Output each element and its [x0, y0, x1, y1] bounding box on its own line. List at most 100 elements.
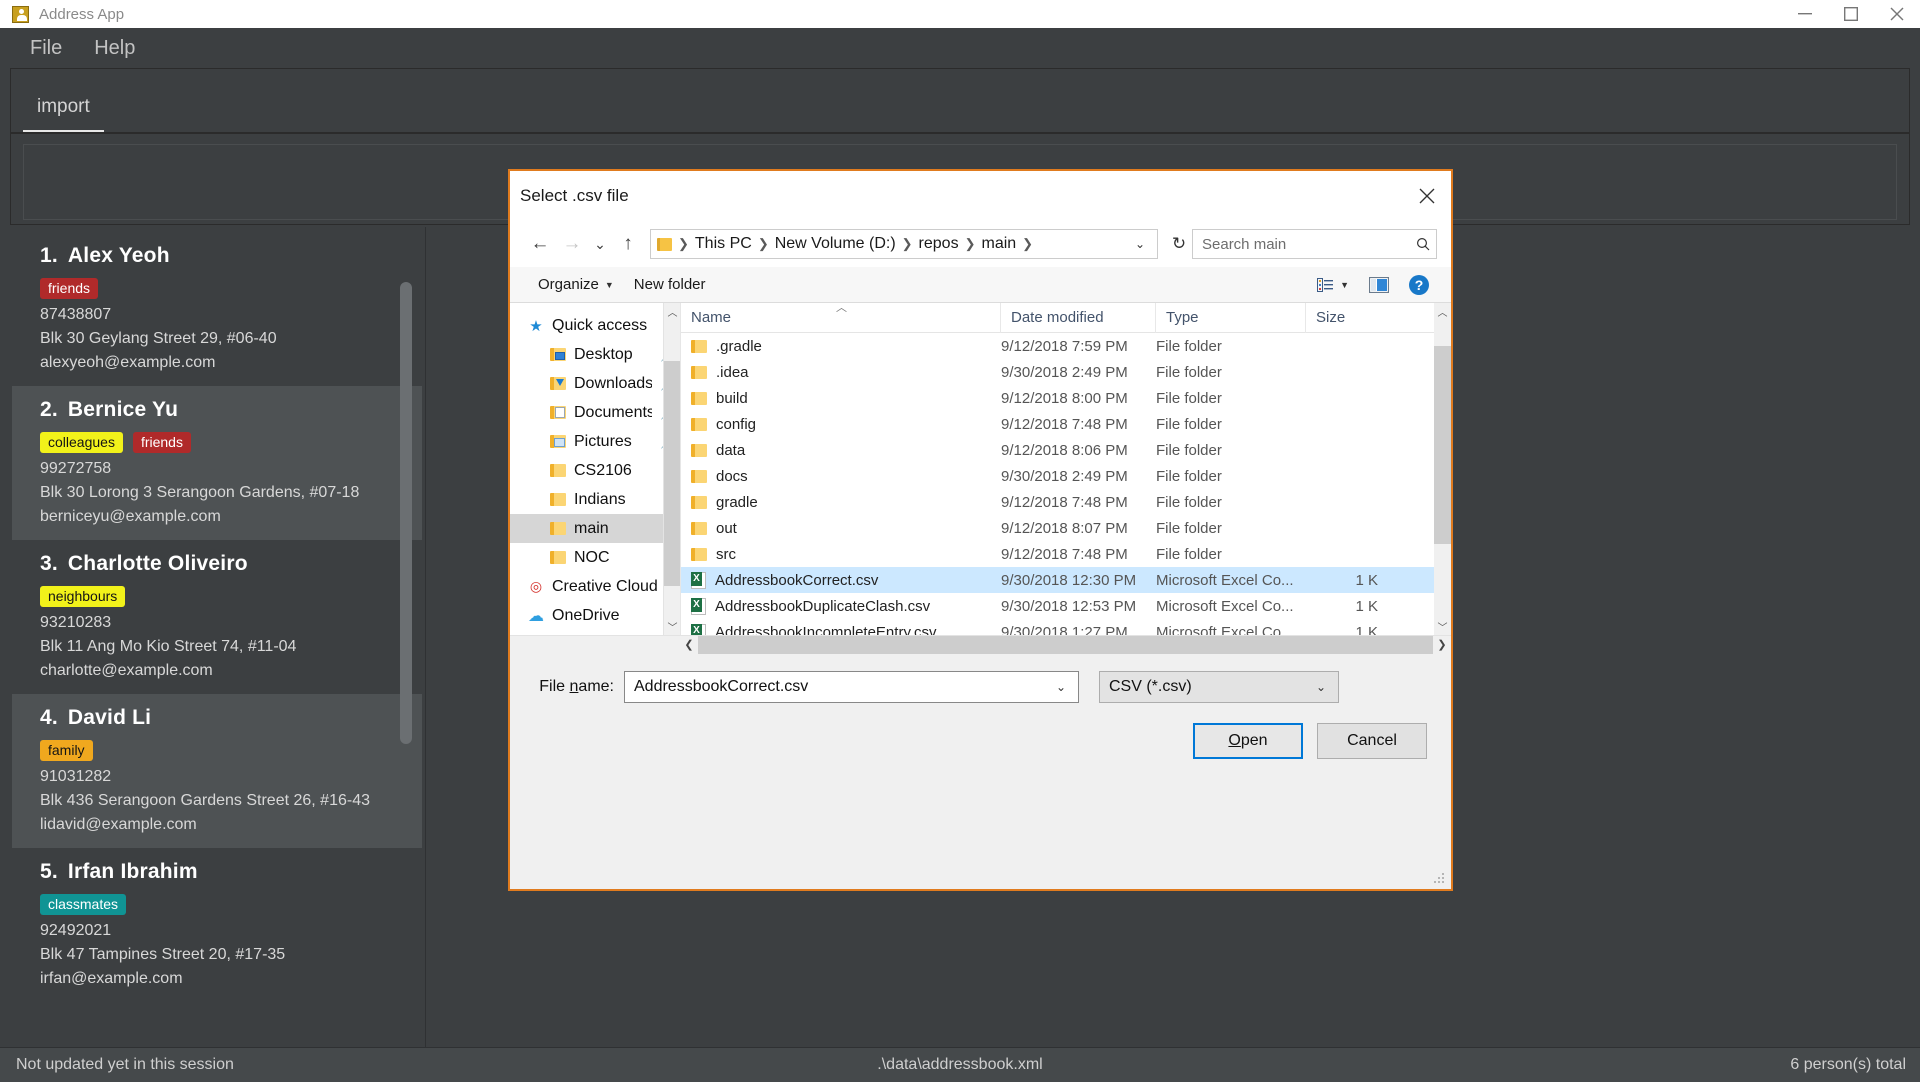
search-input[interactable]: Search main — [1192, 229, 1437, 259]
file-list-row[interactable]: AddressbookIncompleteEntry.csv 9/30/2018 … — [681, 619, 1451, 635]
close-icon[interactable] — [1874, 0, 1920, 28]
breadcrumb-chevron-down-icon[interactable]: ⌄ — [1127, 237, 1153, 251]
column-header-name[interactable]: Name ︿ — [681, 303, 1001, 333]
contact-index: 5. — [40, 860, 58, 883]
file-name-label: AddressbookDuplicateClash.csv — [715, 597, 931, 615]
file-date-cell: 9/30/2018 12:53 PM — [1001, 597, 1137, 615]
chevron-up-icon[interactable]: ︿ — [1434, 303, 1451, 320]
contact-list-panel[interactable]: 1. Alex Yeoh friends 87438807 Blk 30 Geylang… — [12, 232, 422, 1047]
file-name-label: out — [716, 519, 737, 537]
navpane-item-downloads[interactable]: Downloads📌 — [510, 369, 680, 398]
file-list-row[interactable]: data 9/12/2018 8:06 PM File folder — [681, 437, 1451, 463]
file-list-row[interactable]: src 9/12/2018 7:48 PM File folder — [681, 541, 1451, 567]
chevron-down-icon[interactable]: ﹀ — [664, 618, 680, 635]
creative-cloud-icon: ◎ — [529, 578, 543, 594]
tab-import[interactable]: import — [23, 96, 104, 132]
dialog-close-icon[interactable] — [1403, 175, 1451, 217]
file-list-row[interactable]: docs 9/30/2018 2:49 PM File folder — [681, 463, 1451, 489]
file-name-label: data — [716, 441, 746, 459]
recent-locations-chevron-down-icon[interactable]: ⌄ — [588, 228, 612, 260]
preview-pane-icon[interactable] — [1359, 276, 1399, 293]
column-header-type[interactable]: Type — [1156, 303, 1306, 333]
folder-documents-icon — [550, 406, 566, 419]
file-name-cell: AddressbookIncompleteEntry.csv — [681, 623, 1001, 635]
file-name-cell: .gradle — [681, 338, 1001, 355]
organize-button[interactable]: Organize ▼ — [528, 276, 624, 293]
open-button[interactable]: Open — [1193, 723, 1303, 759]
chevron-left-icon[interactable]: ❮ — [680, 636, 698, 654]
file-name-cell: build — [681, 390, 1001, 407]
contact-list-scrollbar[interactable] — [400, 232, 412, 1047]
resize-grip[interactable] — [1433, 872, 1445, 884]
breadcrumb-item-3[interactable]: main — [977, 235, 1020, 253]
breadcrumb-item-1[interactable]: New Volume (D:) — [771, 235, 900, 253]
contact-card[interactable]: 5. Irfan Ibrahim classmates 92492021 Blk 47 … — [12, 848, 422, 1002]
view-list-icon[interactable]: ▼ — [1307, 277, 1359, 292]
navpane-item-main[interactable]: main — [510, 514, 680, 543]
navpane-item-creative-cloud-files[interactable]: ◎ Creative Cloud Files — [510, 572, 680, 601]
navigation-pane: ★Quick accessDesktop📌Downloads📌Documents… — [510, 303, 680, 635]
file-list-scrollbar-thumb[interactable] — [1434, 346, 1451, 544]
file-list-row[interactable]: build 9/12/2018 8:00 PM File folder — [681, 385, 1451, 411]
chevron-down-icon[interactable]: ⌄ — [1310, 680, 1332, 694]
file-list-scrollbar[interactable]: ︿ ﹀ — [1434, 303, 1451, 635]
chevron-up-icon[interactable]: ︿ — [664, 303, 680, 320]
file-list-row[interactable]: AddressbookDuplicateClash.csv 9/30/2018 1… — [681, 593, 1451, 619]
navpane-item-onedrive[interactable]: ☁ OneDrive — [510, 601, 680, 630]
file-name-cell: src — [681, 546, 1001, 563]
contact-tag: friends — [132, 432, 191, 453]
column-header-date[interactable]: Date modified — [1001, 303, 1156, 333]
contact-card[interactable]: 2. Bernice Yu colleagues friends 99272758 Blk… — [12, 386, 422, 540]
arrow-up-icon[interactable]: ↑ — [612, 228, 644, 260]
menu-item-help[interactable]: Help — [82, 35, 147, 61]
contact-card[interactable]: 3. Charlotte Oliveiro neighbours 93210283 Bl… — [12, 540, 422, 694]
titlebar-left: Address App — [0, 5, 124, 23]
contact-phone: 93210283 — [40, 614, 112, 631]
menu-item-file[interactable]: File — [18, 35, 74, 61]
file-list-row[interactable]: AddressbookCorrect.csv 9/30/2018 12:30 PM… — [681, 567, 1451, 593]
file-type-cell: Microsoft Excel Co... — [1156, 623, 1294, 636]
column-header-size[interactable]: Size — [1306, 303, 1386, 333]
cancel-button[interactable]: Cancel — [1317, 723, 1427, 759]
navpane-scrollbar-thumb[interactable] — [664, 361, 680, 586]
new-folder-button[interactable]: New folder — [624, 276, 716, 293]
refresh-icon[interactable]: ↻ — [1166, 229, 1192, 259]
contact-card[interactable]: 1. Alex Yeoh friends 87438807 Blk 30 Geylang… — [12, 232, 422, 386]
minimize-icon[interactable] — [1782, 0, 1828, 28]
maximize-icon[interactable] — [1828, 0, 1874, 28]
file-list-row[interactable]: .idea 9/30/2018 2:49 PM File folder — [681, 359, 1451, 385]
filename-input[interactable]: AddressbookCorrect.csv ⌄ — [624, 671, 1079, 703]
navpane-item-indians[interactable]: Indians — [510, 485, 680, 514]
horizontal-scrollbar[interactable]: ❮ ❯ — [510, 635, 1451, 654]
file-size-cell: 1 K — [1355, 571, 1378, 589]
breadcrumb-bar[interactable]: ❯ This PC ❯ New Volume (D:) ❯ repos ❯ ma… — [650, 229, 1158, 259]
navpane-item-noc[interactable]: NOC — [510, 543, 680, 572]
contact-email: lidavid@example.com — [40, 816, 197, 833]
navpane-item-cs2106[interactable]: CS2106 — [510, 456, 680, 485]
chevron-down-icon[interactable]: ⌄ — [1050, 680, 1072, 694]
arrow-right-icon[interactable]: → — [556, 228, 588, 260]
breadcrumb-item-2[interactable]: repos — [915, 235, 963, 253]
filetype-select[interactable]: CSV (*.csv) ⌄ — [1099, 671, 1339, 703]
help-icon[interactable]: ? — [1399, 274, 1439, 295]
file-type-cell: File folder — [1156, 545, 1222, 563]
navpane-item-desktop[interactable]: Desktop📌 — [510, 340, 680, 369]
contact-card[interactable]: 4. David Li family 91031282 Blk 436 Serangoo… — [12, 694, 422, 848]
navpane-scrollbar[interactable]: ︿ ﹀ — [663, 303, 680, 635]
arrow-left-icon[interactable]: ← — [524, 228, 556, 260]
navpane-item-documents[interactable]: Documents📌 — [510, 398, 680, 427]
file-name-label: src — [716, 545, 736, 563]
breadcrumb-item-0[interactable]: This PC — [691, 235, 756, 253]
view-chevron-down-icon[interactable]: ▼ — [1340, 280, 1349, 290]
horizontal-scrollbar-thumb[interactable] — [698, 635, 1433, 654]
chevron-right-icon[interactable]: ❯ — [1433, 636, 1451, 654]
file-list-row[interactable]: config 9/12/2018 7:48 PM File folder — [681, 411, 1451, 437]
navpane-item-pictures[interactable]: Pictures📌 — [510, 427, 680, 456]
file-list-row[interactable]: .gradle 9/12/2018 7:59 PM File folder — [681, 333, 1451, 359]
file-list-row[interactable]: gradle 9/12/2018 7:48 PM File folder — [681, 489, 1451, 515]
cloud-icon: ☁ — [528, 607, 544, 625]
navpane-item-quick-access[interactable]: ★ Quick access — [510, 311, 680, 340]
contact-list-scrollbar-thumb[interactable] — [400, 282, 412, 744]
chevron-down-icon[interactable]: ﹀ — [1434, 618, 1451, 635]
file-list-row[interactable]: out 9/12/2018 8:07 PM File folder — [681, 515, 1451, 541]
